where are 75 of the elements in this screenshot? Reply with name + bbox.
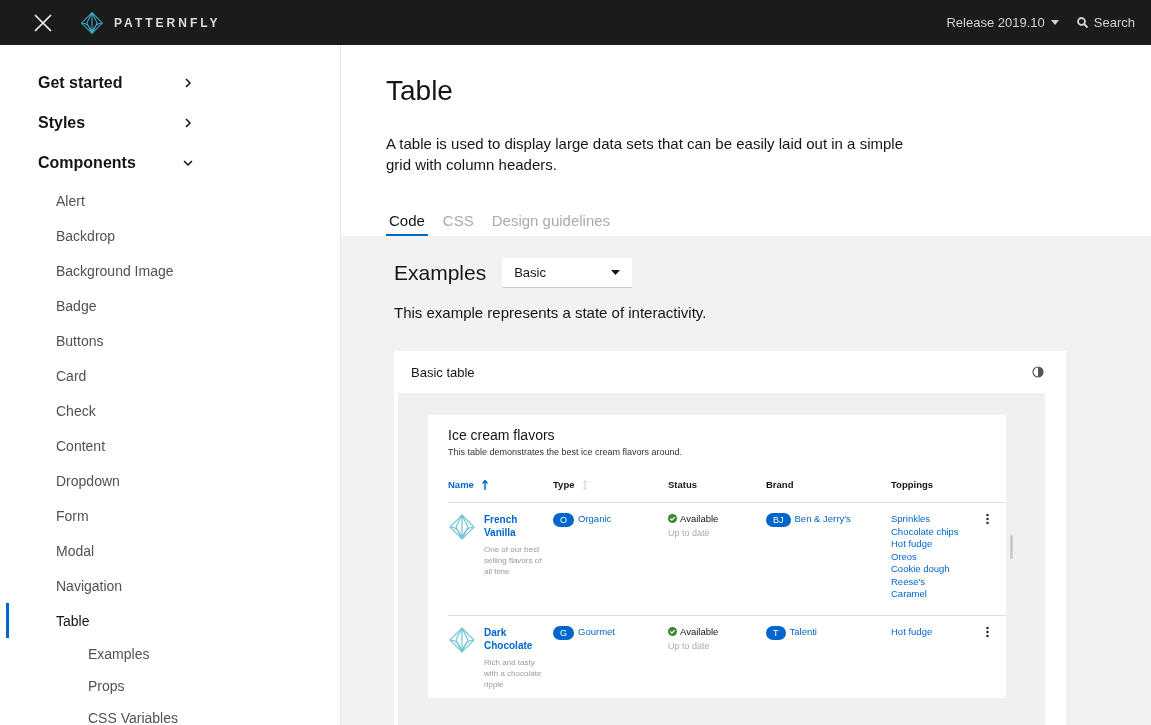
check-circle-icon bbox=[668, 626, 677, 636]
brand-link[interactable]: Talenti bbox=[789, 625, 817, 637]
nav-item[interactable]: Dropdown bbox=[6, 463, 340, 498]
page-title: Table bbox=[386, 75, 454, 107]
chevron-right-icon bbox=[182, 77, 194, 89]
type-label: G bbox=[553, 625, 574, 640]
release-dropdown[interactable]: Release 2019.10 bbox=[946, 15, 1059, 30]
column-header: Brand bbox=[766, 479, 794, 490]
topping-link[interactable]: Chocolate chips bbox=[891, 525, 976, 538]
caret-icon bbox=[611, 270, 621, 275]
card-title: Basic table bbox=[411, 364, 475, 380]
nav-item[interactable]: Alert bbox=[6, 183, 340, 218]
nav-subitem[interactable]: Props bbox=[0, 670, 340, 702]
example-description: This example represents a state of interactivity. bbox=[394, 304, 708, 321]
type-link[interactable]: Gourmet bbox=[578, 625, 615, 637]
brand-label: BJ bbox=[766, 513, 791, 527]
flavor-description: One of our best selling flavors of all time bbox=[484, 544, 543, 577]
topping-link[interactable]: Hot fudge bbox=[891, 625, 976, 638]
search-icon bbox=[1076, 17, 1088, 28]
status-detail: Up to date bbox=[668, 640, 711, 651]
close-icon[interactable] bbox=[34, 13, 52, 32]
kebab-menu-icon[interactable] bbox=[986, 513, 989, 525]
flavor-icon bbox=[448, 513, 476, 541]
examples-heading: Examples bbox=[394, 261, 487, 285]
sort-ascending-icon[interactable] bbox=[481, 479, 488, 490]
contrast-icon[interactable] bbox=[1032, 366, 1044, 378]
example-select[interactable]: Basic bbox=[502, 258, 633, 288]
page-description: A table is used to display large data sets that can be easily laid out in a simple grid with column headers. bbox=[386, 134, 904, 175]
logo-icon bbox=[80, 10, 104, 35]
topping-link[interactable]: Sprinkles bbox=[891, 513, 976, 526]
topping-link[interactable]: Cookie dough bbox=[891, 563, 976, 576]
nav-section[interactable]: Styles bbox=[0, 103, 194, 143]
check-circle-icon bbox=[668, 514, 677, 523]
nav-item[interactable]: Check bbox=[6, 393, 340, 428]
chevron-down-icon bbox=[182, 157, 194, 169]
nav-item[interactable]: Background Image bbox=[6, 253, 340, 288]
chevron-right-icon bbox=[182, 117, 194, 129]
brand-link[interactable]: Ben & Jerry's bbox=[794, 513, 851, 524]
nav-item[interactable]: Backdrop bbox=[6, 218, 340, 253]
logo-text: PATTERNFLY bbox=[114, 15, 221, 30]
search-button[interactable]: Search bbox=[1076, 15, 1135, 30]
nav-subitem[interactable]: Examples bbox=[0, 638, 340, 670]
brand-label: T bbox=[766, 625, 786, 640]
nav-item[interactable]: Modal bbox=[6, 533, 340, 568]
table-title: Ice cream flavors bbox=[448, 427, 556, 443]
type-link[interactable]: Organic bbox=[578, 513, 612, 524]
flavor-icon bbox=[448, 625, 476, 654]
flavor-link[interactable]: Dark Chocolate bbox=[484, 625, 553, 652]
table-description: This table demonstrates the best ice cream flavors around. bbox=[448, 447, 684, 457]
nav-item[interactable]: Buttons bbox=[6, 323, 340, 358]
topping-link[interactable]: Hot fudge bbox=[891, 538, 976, 551]
column-header: Status bbox=[668, 479, 698, 490]
column-header: Toppings bbox=[891, 479, 934, 490]
status-detail: Up to date bbox=[668, 528, 711, 538]
nav-section[interactable]: Get started bbox=[0, 63, 194, 103]
nav-subitem[interactable]: CSS Variables bbox=[0, 702, 340, 725]
status-text: Available bbox=[668, 513, 766, 524]
column-header[interactable]: Name bbox=[448, 479, 488, 490]
nav-item[interactable]: Navigation bbox=[6, 568, 340, 603]
nav-section[interactable]: Components bbox=[0, 143, 194, 183]
flavor-description: Rich and tasty with a chocolate ripple bbox=[484, 656, 543, 690]
scrollbar[interactable] bbox=[1010, 535, 1013, 559]
nav-item[interactable]: Card bbox=[6, 358, 340, 393]
kebab-menu-icon[interactable] bbox=[986, 625, 989, 638]
caret-icon bbox=[1050, 20, 1059, 25]
topping-link[interactable]: Oreos bbox=[891, 550, 976, 563]
topping-link[interactable]: Caramel bbox=[891, 588, 976, 601]
status-text: Available bbox=[668, 625, 766, 637]
type-label: O bbox=[553, 513, 574, 527]
nav-item[interactable]: Badge bbox=[6, 288, 340, 323]
column-header[interactable]: Type bbox=[553, 479, 589, 490]
topping-link[interactable]: Reese's bbox=[891, 575, 976, 588]
nav-item[interactable]: Content bbox=[6, 428, 340, 463]
nav-item[interactable]: Form bbox=[6, 498, 340, 533]
flavor-link[interactable]: French Vanilla bbox=[484, 513, 553, 539]
